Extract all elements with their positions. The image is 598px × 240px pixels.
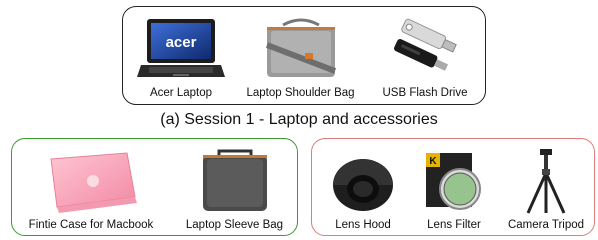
item-label: Lens Hood bbox=[335, 219, 391, 231]
macbook-case-image bbox=[50, 152, 137, 213]
usb-drive-image bbox=[394, 18, 457, 71]
camera-tripod-item: Camera Tripod bbox=[500, 147, 592, 232]
filter-brand: K bbox=[429, 156, 437, 167]
cases-group: Fintie Case for Macbook Laptop Sleeve Ba… bbox=[11, 138, 298, 236]
item-label: Fintie Case for Macbook bbox=[28, 219, 154, 231]
lens-hood-item: Lens Hood bbox=[318, 149, 408, 232]
acer-laptop-item: acer Acer Laptop bbox=[131, 17, 231, 100]
shoulder-bag-image bbox=[265, 18, 336, 77]
session1-caption: (a) Session 1 - Laptop and accessories bbox=[160, 111, 438, 128]
item-label: Laptop Shoulder Bag bbox=[246, 87, 355, 99]
macbook-case-item: Fintie Case for Macbook bbox=[16, 149, 166, 232]
shoulder-bag-item: Laptop Shoulder Bag bbox=[238, 15, 363, 100]
item-label: Acer Laptop bbox=[149, 87, 212, 99]
tripod-image bbox=[526, 149, 566, 214]
item-label: Laptop Sleeve Bag bbox=[185, 219, 284, 231]
usb-drive-item: USB Flash Drive bbox=[375, 17, 475, 100]
camera-accessories-group: Lens Hood K Lens Filter Camera Tripod bbox=[311, 138, 595, 236]
item-label: Lens Filter bbox=[427, 219, 481, 231]
sleeve-bag-item: Laptop Sleeve Bag bbox=[177, 147, 292, 232]
item-label: Camera Tripod bbox=[507, 219, 585, 231]
lens-hood-image bbox=[333, 159, 393, 211]
lens-filter-item: K Lens Filter bbox=[409, 149, 499, 232]
session1-group: acer Acer Laptop Laptop Shoulder Bag USB… bbox=[122, 6, 486, 105]
sleeve-bag-image bbox=[202, 149, 267, 211]
lens-filter-image: K bbox=[426, 153, 481, 210]
item-label: USB Flash Drive bbox=[382, 87, 468, 99]
acer-logo: acer bbox=[166, 34, 197, 51]
laptop-image: acer bbox=[137, 19, 225, 77]
